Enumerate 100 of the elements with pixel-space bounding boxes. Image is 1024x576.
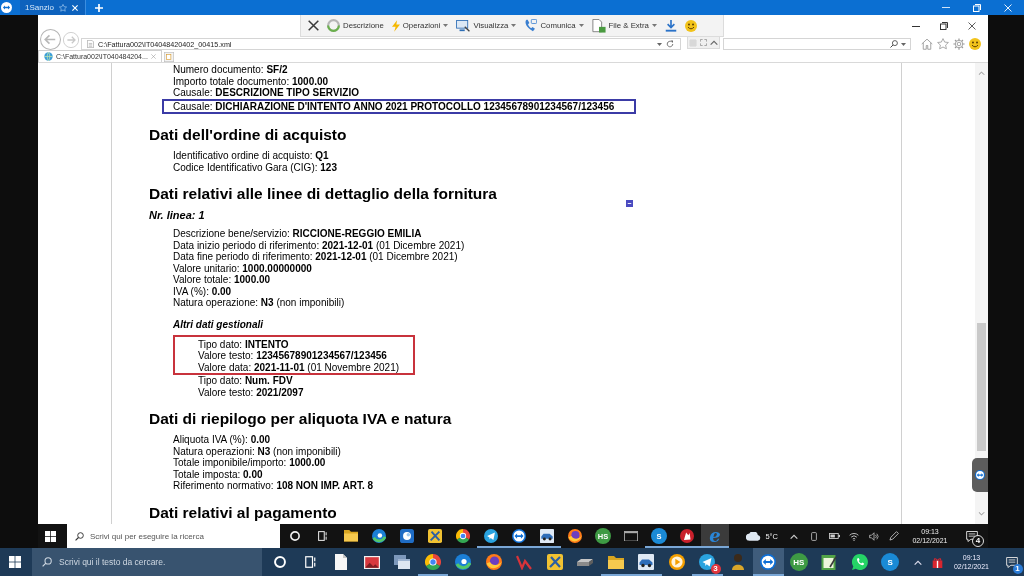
scrollbar[interactable] <box>975 63 988 524</box>
segmented-circle-icon[interactable] <box>424 554 441 570</box>
caret-icon[interactable] <box>651 24 657 27</box>
field-text: Causale: DICHIARAZIONE D'INTENTO ANNO 2021 PROTOCOLLO 12345678901234567/123456 <box>173 100 615 112</box>
phone-icon[interactable] <box>524 19 538 32</box>
section-heading: Dati dell'ordine di acquisto <box>149 126 347 143</box>
windows-icon[interactable] <box>44 530 56 542</box>
field-text: Valore totale: 1000.00 <box>173 274 272 286</box>
monitor-icon[interactable] <box>456 19 471 32</box>
minimize-icon[interactable] <box>912 25 920 27</box>
caret-icon[interactable] <box>511 24 517 27</box>
swirl-icon[interactable] <box>455 554 472 570</box>
notepad-icon[interactable] <box>821 554 838 570</box>
pen-icon[interactable] <box>889 531 899 541</box>
tablet-icon[interactable] <box>811 531 817 541</box>
flame-circle-icon[interactable] <box>568 529 582 543</box>
caret-icon[interactable] <box>901 42 906 46</box>
car-icon[interactable] <box>638 554 655 570</box>
plus-icon[interactable] <box>94 3 103 12</box>
field-text: Valore testo: 2021/2097 <box>198 386 305 398</box>
window-stack-icon[interactable] <box>394 555 411 569</box>
battery-icon[interactable] <box>828 533 840 539</box>
taskbar-button[interactable]: 3 <box>692 548 723 576</box>
field-text: Valore testo: 12345678901234567/123456 <box>198 350 388 362</box>
caret-icon[interactable] <box>443 24 449 27</box>
task-view-icon[interactable] <box>318 531 328 541</box>
chat-bubble-icon[interactable] <box>851 554 868 570</box>
notification-icon[interactable] <box>966 530 978 542</box>
field-text: Riferimento normativo: 108 NON IMP. ART. 8 <box>173 480 375 492</box>
field-text: Data fine periodo di riferimento: 2021-12-01 (01 Dicembre 2021) <box>173 251 459 263</box>
line-title: Nr. linea: 1 <box>149 209 206 222</box>
tools-icon[interactable] <box>546 554 563 570</box>
smiley-icon[interactable] <box>969 37 981 50</box>
app-logo[interactable]: HS <box>789 553 808 571</box>
picture-icon[interactable] <box>363 555 380 569</box>
drive-icon[interactable] <box>577 558 594 566</box>
globe-icon <box>44 52 53 61</box>
taskbar-button[interactable] <box>753 548 784 576</box>
field-text: Totale imponibile/importo: 1000.00 <box>173 457 327 469</box>
gift-icon[interactable] <box>932 556 943 568</box>
refresh-icon[interactable] <box>666 40 674 48</box>
smiley-icon[interactable] <box>684 19 697 32</box>
side-handle[interactable] <box>972 458 988 492</box>
field-text: Codice Identificativo Gara (CIG): 123 <box>173 161 338 173</box>
page-icon <box>87 40 94 48</box>
paper-plane-icon[interactable] <box>699 554 716 570</box>
double-arrow-icon[interactable] <box>975 470 985 480</box>
minus-square-icon[interactable] <box>626 200 633 207</box>
terminal-window-icon[interactable] <box>624 530 638 542</box>
task-view-icon[interactable] <box>304 556 317 568</box>
session-tab[interactable]: 1Sanzio <box>20 0 86 15</box>
notification-count: 4 <box>973 536 983 546</box>
field-text: IVA (%): 0.00 <box>173 285 233 297</box>
search-field[interactable] <box>723 38 911 50</box>
field-text: Descrizione bene/servizio: RICCIONE-REGGIO EMILIA <box>173 228 423 240</box>
document-icon[interactable] <box>335 554 348 570</box>
section-heading: Dati di riepilogo per aliquota IVA e natura <box>149 410 452 427</box>
tools-icon[interactable] <box>428 529 442 543</box>
paper-plane-icon[interactable] <box>484 529 498 543</box>
field-text: Natura operazioni: N3 (non imponibili) <box>173 445 342 457</box>
flame-circle-icon[interactable] <box>485 554 502 570</box>
double-arrow-icon[interactable] <box>760 554 777 570</box>
field-text: Data inizio periodo di riferimento: 2021-12-01 (01 Dicembre 2021) <box>173 239 466 251</box>
folder-icon[interactable] <box>344 530 358 542</box>
field-text: Aliquota IVA (%): 0.00 <box>173 434 272 446</box>
search-field[interactable]: Scrivi qui per eseguire la ricerca <box>67 524 280 548</box>
car-icon[interactable] <box>540 529 554 543</box>
restore-icon[interactable] <box>940 22 948 30</box>
star-icon[interactable] <box>937 37 949 50</box>
close-icon[interactable] <box>308 20 319 31</box>
circle-icon[interactable] <box>290 531 300 541</box>
caret-icon[interactable] <box>578 24 584 27</box>
swirl-icon[interactable] <box>372 529 386 543</box>
folder-icon[interactable] <box>607 555 624 569</box>
app-logo[interactable]: S <box>881 553 900 571</box>
notification-icon[interactable] <box>1005 556 1018 568</box>
field-text: Valore data: 2021-11-01 (01 Novembre 2021) <box>198 361 400 373</box>
emblem-icon[interactable] <box>680 529 694 543</box>
subsection-title: Altri dati gestionali <box>173 318 264 331</box>
search-icon[interactable] <box>75 531 84 541</box>
search-field[interactable]: Scrivi qui il testo da cercare. <box>32 548 262 576</box>
cloud-icon[interactable] <box>746 531 762 541</box>
field-text: Valore unitario: 1000.00000000 <box>173 262 313 274</box>
speaker-icon[interactable] <box>869 531 879 541</box>
search-icon[interactable] <box>890 40 898 48</box>
scrollbar-thumb[interactable] <box>977 323 986 451</box>
caret-icon[interactable] <box>657 42 662 46</box>
star-icon[interactable] <box>58 3 67 12</box>
wifi-icon[interactable] <box>849 531 859 541</box>
double-arrow-icon[interactable] <box>512 529 526 543</box>
app-tile-icon[interactable] <box>400 529 414 543</box>
segmented-circle-icon[interactable] <box>456 529 470 543</box>
close-icon[interactable] <box>968 22 976 30</box>
field-text: Causale: DESCRIZIONE TIPO SERVIZIO <box>173 87 360 99</box>
figure-icon[interactable] <box>731 554 744 570</box>
zigzag-icon[interactable] <box>516 554 533 570</box>
search-icon[interactable] <box>42 557 52 567</box>
download-icon[interactable] <box>664 19 677 32</box>
play-icon[interactable] <box>668 554 685 570</box>
field-text: Natura operazione: N3 (non imponibili) <box>173 297 346 309</box>
